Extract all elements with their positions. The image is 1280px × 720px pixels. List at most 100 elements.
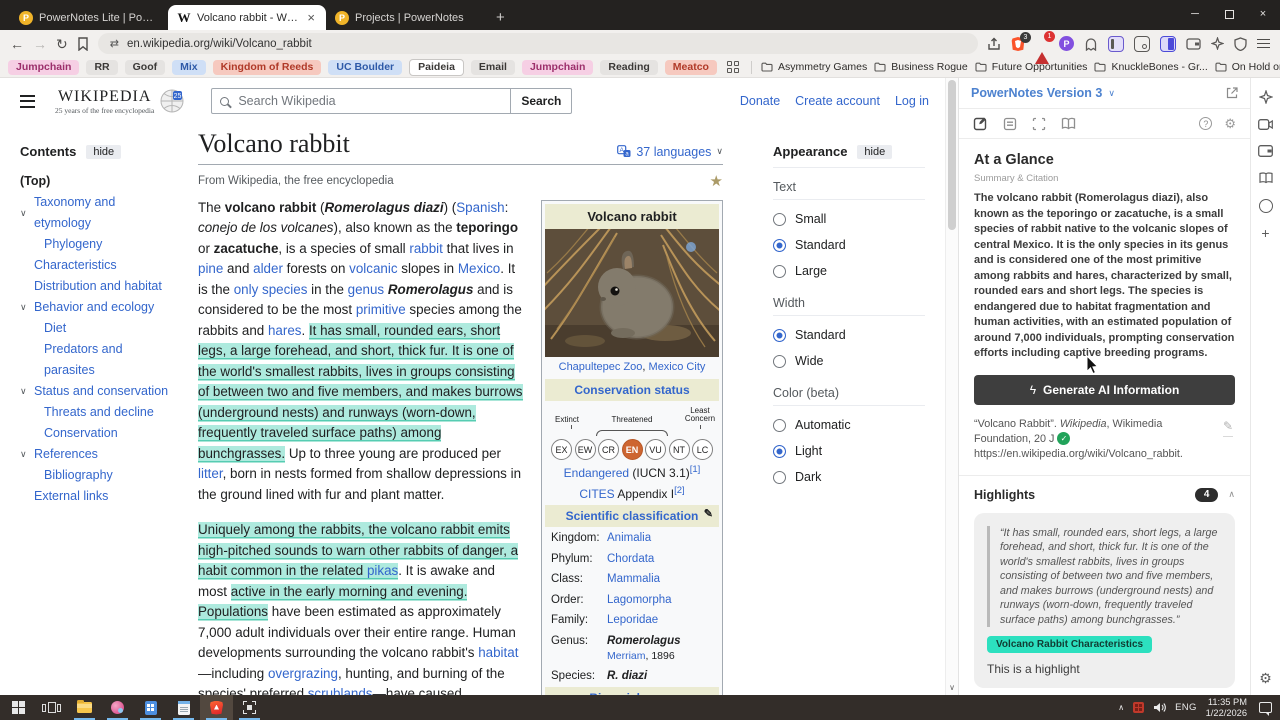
article-link[interactable]: only species — [234, 282, 308, 297]
powernotes-version-dropdown[interactable]: PowerNotes Version 3 — [971, 86, 1102, 100]
capture-tool-icon[interactable] — [233, 695, 266, 720]
bookmark-pill[interactable]: Jumpchain — [521, 59, 594, 75]
ref-2[interactable]: [2] — [674, 485, 685, 496]
brave-browser-icon[interactable] — [200, 695, 233, 720]
bookmark-folder[interactable]: KnuckleBones - Gr... — [1094, 61, 1208, 73]
start-button[interactable] — [2, 695, 35, 720]
clock[interactable]: 11:35 PM 1/22/2026 — [1206, 697, 1247, 718]
article-link[interactable]: rabbit — [409, 241, 443, 256]
help-icon[interactable]: ? — [1199, 117, 1213, 130]
bookmark-pill[interactable]: Reading — [600, 59, 658, 75]
edit-citation-icon[interactable]: ✎ — [1222, 419, 1233, 437]
reload-button[interactable]: ↻ — [56, 37, 68, 51]
status-circle-ex[interactable]: EX — [551, 439, 572, 461]
bookmark-folder[interactable]: Business Rogue — [874, 61, 968, 73]
chevron-expand-icon[interactable]: ∨ — [20, 297, 30, 318]
toc-item[interactable]: Conservation — [20, 423, 172, 444]
page-scrollbar[interactable]: ∨ — [945, 78, 958, 695]
highlight-card[interactable]: “It has small, rounded ears, short legs,… — [974, 512, 1235, 688]
radio-icon[interactable] — [773, 354, 786, 368]
search-button[interactable]: Search — [510, 88, 573, 114]
circle-icon[interactable] — [1258, 199, 1273, 213]
open-book-icon[interactable] — [1061, 117, 1076, 130]
browser-menu-icon[interactable] — [1257, 38, 1270, 49]
bookmark-pill[interactable]: Goof — [124, 59, 166, 75]
wikipedia-logo[interactable]: WIKIPEDIA 25 years of the free encyclope… — [55, 88, 185, 115]
new-tab-button[interactable]: + — [496, 9, 505, 26]
wallet-icon[interactable] — [1186, 37, 1201, 50]
address-bar[interactable]: ⇄ en.wikipedia.org/wiki/Volcano_rabbit — [97, 33, 978, 54]
chevron-expand-icon[interactable]: ∨ — [20, 203, 30, 224]
notepad-icon[interactable] — [167, 695, 200, 720]
bookmark-pill[interactable]: Meatco — [664, 59, 717, 75]
taxonomy-value[interactable]: Chordata — [607, 553, 654, 565]
main-menu-icon[interactable] — [16, 91, 39, 112]
toc-item[interactable]: (Top) — [20, 171, 172, 192]
chevron-expand-icon[interactable]: ∨ — [20, 444, 30, 465]
toc-item[interactable]: ∨ Behavior and ecology — [20, 297, 172, 318]
status-circle-lc[interactable]: LC — [692, 439, 713, 461]
article-link[interactable]: pikas — [366, 563, 399, 579]
toc-item[interactable]: ∨ Taxonomy and etymology — [20, 192, 172, 234]
header-link-donate[interactable]: Donate — [740, 94, 780, 108]
bookmark-folder[interactable]: Future Opportunities — [975, 61, 1087, 73]
scroll-down-arrow[interactable]: ∨ — [946, 683, 958, 692]
radio-icon[interactable] — [773, 418, 786, 432]
bookmark-pill[interactable]: Paideia — [409, 58, 464, 76]
pink-app-icon[interactable] — [101, 695, 134, 720]
extension-purple-icon[interactable]: P — [1059, 36, 1074, 51]
settings-gear-icon[interactable]: ⚙ — [1224, 117, 1236, 130]
cites-link[interactable]: CITES — [579, 487, 614, 501]
article-link[interactable]: scrublands — [308, 686, 373, 695]
appearance-option[interactable]: Small — [773, 206, 925, 232]
tray-expand-icon[interactable]: ∧ — [1118, 703, 1124, 712]
article-link[interactable]: overgrazing — [268, 666, 338, 681]
article-link[interactable]: volcanic — [349, 261, 397, 276]
conservation-status-header[interactable]: Conservation status — [545, 378, 719, 402]
browser-tab[interactable]: P PowerNotes Lite | PowerNotes — [10, 5, 168, 30]
appearance-hide-button[interactable]: hide — [857, 144, 893, 159]
toc-item[interactable]: External links — [20, 486, 172, 507]
radio-icon[interactable] — [773, 470, 786, 484]
appearance-option[interactable]: Standard — [773, 322, 925, 348]
status-circle-ew[interactable]: EW — [574, 439, 596, 461]
toc-item[interactable]: Predators and parasites — [20, 339, 172, 381]
watchlist-star-icon[interactable]: ★ — [710, 172, 723, 190]
rewards-sparkle-icon[interactable] — [1211, 37, 1224, 50]
compose-note-icon[interactable] — [973, 116, 988, 131]
article-link[interactable]: alder — [253, 261, 283, 276]
ref-1[interactable]: [1] — [690, 464, 701, 475]
site-settings-icon[interactable]: ⇄ — [110, 37, 119, 50]
bookmark-pill[interactable]: Kingdom of Reeds — [212, 59, 322, 75]
appearance-option[interactable]: Standard — [773, 232, 925, 258]
search-input[interactable] — [236, 93, 503, 109]
article-link[interactable]: habitat — [478, 645, 518, 660]
article-link[interactable]: Mexico — [458, 261, 500, 276]
article-link[interactable]: primitive — [356, 302, 406, 317]
bookmark-pill[interactable]: Mix — [172, 59, 206, 75]
article-link[interactable]: Spanish — [456, 200, 504, 215]
edit-classification-icon[interactable]: ✎ — [704, 507, 713, 522]
bookmark-folder[interactable]: Asymmetry Games — [761, 61, 867, 73]
search-box-extension-icon[interactable] — [1134, 35, 1150, 52]
privacy-shield-icon[interactable] — [1234, 36, 1247, 51]
chevron-expand-icon[interactable]: ∨ — [20, 381, 30, 402]
tray-red-app-icon[interactable] — [1133, 702, 1145, 713]
sidebar-settings-gear-icon[interactable]: ⚙ — [1259, 670, 1272, 687]
status-circle-cr[interactable]: CR — [598, 439, 619, 461]
sidebar-toggle-icon[interactable] — [1160, 35, 1176, 52]
status-circle-vu[interactable]: VU — [645, 439, 666, 461]
scientific-classification-header[interactable]: Scientific classification ✎ — [545, 504, 719, 527]
toc-item[interactable]: Characteristics — [20, 255, 172, 276]
status-circle-en[interactable]: EN — [621, 439, 643, 461]
minimize-button[interactable]: ─ — [1178, 0, 1212, 28]
taxonomy-value[interactable]: Lagomorpha — [607, 594, 672, 606]
taxonomy-value[interactable]: Animalia — [607, 532, 651, 544]
article-link[interactable]: litter — [198, 466, 223, 481]
open-external-icon[interactable] — [1226, 87, 1238, 99]
adblock-icon[interactable]: 1 — [1035, 30, 1055, 64]
authority-link[interactable]: Merriam — [607, 650, 646, 662]
card-view-icon[interactable] — [1003, 117, 1017, 131]
notification-center-icon[interactable] — [1259, 702, 1272, 716]
highlight-topic-tag[interactable]: Volcano Rabbit Characteristics — [987, 636, 1153, 653]
